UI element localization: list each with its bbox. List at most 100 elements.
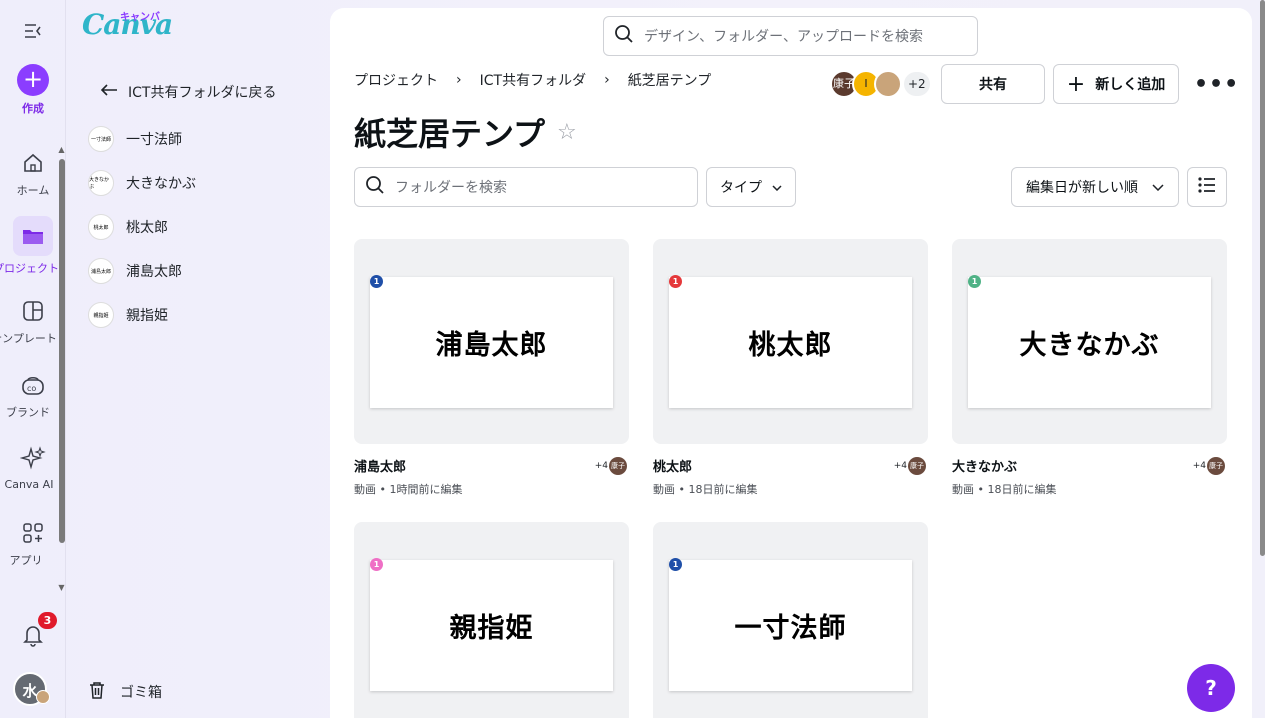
- design-meta: 動画 • 18日前に編集: [952, 483, 1057, 496]
- type-filter-dropdown[interactable]: タイプ: [706, 167, 796, 207]
- design-title[interactable]: 桃太郎: [653, 456, 928, 475]
- collaborators-more: +2: [904, 72, 930, 96]
- plus-icon: +: [1066, 71, 1086, 97]
- design-title[interactable]: 大きなかぶ: [952, 456, 1227, 475]
- create-button[interactable]: + 作成: [0, 64, 66, 116]
- shared-count: +4: [893, 461, 907, 471]
- help-button[interactable]: ?: [1187, 664, 1235, 712]
- breadcrumb-projects[interactable]: プロジェクト: [354, 70, 438, 90]
- shared-count: +4: [594, 461, 608, 471]
- brand-label: ブランド: [6, 406, 50, 419]
- shared-with: +4 康子: [894, 457, 926, 475]
- design-card[interactable]: 桃太郎 1 桃太郎 動画 • 18日前に編集 +4 康子: [653, 239, 928, 497]
- page-scroll-thumb[interactable]: [1260, 0, 1265, 556]
- design-thumbnail[interactable]: 浦島太郎 1: [354, 239, 629, 444]
- folder-item[interactable]: 親指姫 親指姫: [88, 301, 168, 329]
- scroll-down-icon[interactable]: ▼: [57, 583, 66, 592]
- chevron-down-icon: [1152, 179, 1164, 195]
- scroll-up-icon[interactable]: ▲: [57, 145, 66, 154]
- sort-dropdown[interactable]: 編集日が新しい順: [1011, 167, 1179, 207]
- create-label: 作成: [22, 102, 44, 115]
- canva-ai-label: Canva AI: [4, 478, 54, 491]
- design-thumbnail[interactable]: 親指姫 1: [354, 522, 629, 718]
- more-options-icon[interactable]: •••: [1194, 72, 1239, 97]
- rail-scroll-thumb[interactable]: [59, 159, 65, 543]
- folder-thumbnail: 親指姫: [88, 302, 114, 328]
- search-icon: [614, 24, 634, 48]
- folder-item[interactable]: 桃太郎 桃太郎: [88, 213, 168, 241]
- notification-badge: 3: [38, 612, 57, 629]
- slide-preview: 大きなかぶ: [968, 277, 1211, 408]
- svg-text:co: co: [27, 384, 36, 393]
- folder-thumbnail: 一寸法師: [88, 126, 114, 152]
- collapse-menu-icon[interactable]: [18, 16, 48, 46]
- templates-label: テンプレート: [0, 332, 57, 345]
- folder-search-input[interactable]: フォルダーを検索: [354, 167, 698, 207]
- folder-thumbnail: 浦島太郎: [88, 258, 114, 284]
- type-filter-label: タイプ: [720, 180, 762, 196]
- design-title[interactable]: 浦島太郎: [354, 456, 629, 475]
- design-thumbnail[interactable]: 大きなかぶ 1: [952, 239, 1227, 444]
- list-view-toggle[interactable]: [1187, 167, 1227, 207]
- team-avatar: [36, 690, 50, 704]
- chevron-down-icon: [772, 179, 782, 195]
- slide-preview: 一寸法師: [669, 560, 912, 691]
- shared-avatar: 康子: [908, 457, 926, 475]
- breadcrumb-ict-folder[interactable]: ICT共有フォルダ: [480, 70, 586, 90]
- page-title: 紙芝居テンプ ☆: [354, 109, 577, 155]
- share-label: 共有: [979, 77, 1007, 93]
- shared-with: +4 康子: [1193, 457, 1225, 475]
- design-card[interactable]: 一寸法師 1: [653, 522, 928, 718]
- rail-scrollbar[interactable]: ▲ ▼: [57, 145, 66, 595]
- folder-item-label: 一寸法師: [126, 132, 182, 148]
- back-to-parent-link[interactable]: ICT共有フォルダに戻る: [100, 82, 276, 102]
- collaborators[interactable]: 康子 I +2: [830, 70, 930, 98]
- share-button[interactable]: 共有: [941, 64, 1045, 104]
- chevron-right-icon: ›: [604, 72, 610, 88]
- arrow-left-icon: [100, 83, 118, 101]
- slide-preview: 桃太郎: [669, 277, 912, 408]
- sort-label: 編集日が新しい順: [1026, 180, 1138, 196]
- sparkle-icon: [18, 444, 48, 474]
- slide-preview: 親指姫: [370, 560, 613, 691]
- main-panel: デザイン、フォルダー、アップロードを検索 プロジェクト › ICT共有フォルダ …: [330, 8, 1252, 718]
- design-thumbnail[interactable]: 桃太郎 1: [653, 239, 928, 444]
- page-badge: 1: [669, 558, 682, 571]
- page-badge: 1: [370, 558, 383, 571]
- design-card[interactable]: 大きなかぶ 1 大きなかぶ 動画 • 18日前に編集 +4 康子: [952, 239, 1227, 497]
- trash-icon: [88, 680, 106, 704]
- trash-link[interactable]: ゴミ箱: [88, 680, 162, 704]
- folder-search-placeholder: フォルダーを検索: [395, 180, 507, 196]
- trash-label: ゴミ箱: [120, 685, 162, 701]
- list-view-icon: [1198, 177, 1216, 197]
- home-label: ホーム: [16, 184, 50, 197]
- star-icon[interactable]: ☆: [557, 120, 577, 145]
- back-link-label: ICT共有フォルダに戻る: [128, 85, 277, 101]
- folder-item[interactable]: 大きなかぶ 大きなかぶ: [88, 169, 196, 197]
- folder-item-label: 大きなかぶ: [126, 176, 196, 192]
- shared-avatar: 康子: [609, 457, 627, 475]
- global-search-input[interactable]: デザイン、フォルダー、アップロードを検索: [603, 16, 978, 56]
- page-badge: 1: [669, 275, 682, 288]
- notifications-button[interactable]: [0, 620, 66, 654]
- search-icon: [365, 175, 385, 199]
- home-icon: [18, 148, 48, 178]
- design-thumbnail[interactable]: 一寸法師 1: [653, 522, 928, 718]
- plus-icon: +: [17, 64, 49, 96]
- folder-item[interactable]: 一寸法師 一寸法師: [88, 125, 182, 153]
- projects-label: プロジェクト: [0, 262, 59, 275]
- design-card[interactable]: 浦島太郎 1 浦島太郎 動画 • 1時間前に編集 +4 康子: [354, 239, 629, 497]
- design-card[interactable]: 親指姫 1: [354, 522, 629, 718]
- page-scrollbar[interactable]: [1258, 0, 1265, 718]
- folder-item[interactable]: 浦島太郎 浦島太郎: [88, 257, 182, 285]
- shared-count: +4: [1192, 461, 1206, 471]
- menu-toggle[interactable]: [0, 16, 66, 50]
- global-search-placeholder: デザイン、フォルダー、アップロードを検索: [644, 29, 924, 45]
- breadcrumb: プロジェクト › ICT共有フォルダ › 紙芝居テンプ: [354, 70, 711, 90]
- folder-icon: [13, 216, 53, 256]
- add-new-label: 新しく追加: [1095, 77, 1166, 93]
- template-icon: [18, 296, 48, 326]
- add-new-button[interactable]: + 新しく追加: [1053, 64, 1179, 104]
- folder-thumbnail: 大きなかぶ: [88, 170, 114, 196]
- page-badge: 1: [370, 275, 383, 288]
